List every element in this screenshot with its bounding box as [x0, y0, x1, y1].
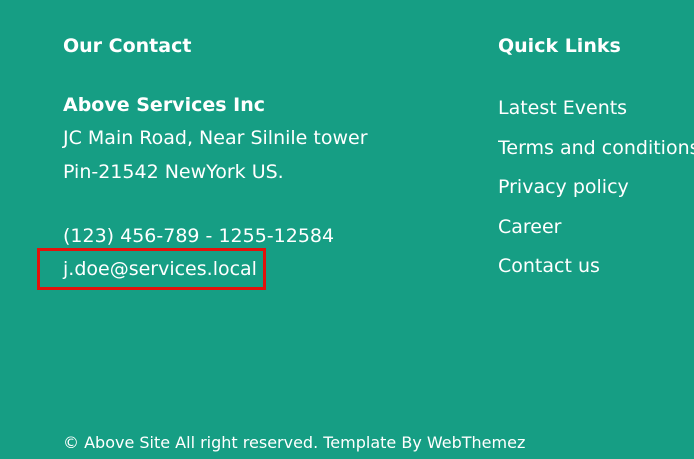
company-name: Above Services Inc [63, 94, 266, 116]
quick-links-heading: Quick Links [498, 35, 621, 57]
phone-number: (123) 456-789 - 1255-12584 [63, 225, 335, 247]
link-latest-events[interactable]: Latest Events [498, 96, 694, 120]
address-line-1: JC Main Road, Near Silnile tower [63, 127, 368, 149]
copyright-text: © Above Site All right reserved. Templat… [63, 433, 526, 452]
link-career[interactable]: Career [498, 215, 694, 239]
our-contact-heading: Our Contact [63, 35, 192, 57]
quick-links-list: Latest Events Terms and conditions Priva… [498, 96, 694, 294]
address-line-2: Pin-21542 NewYork US. [63, 161, 284, 183]
email-link[interactable]: j.doe@services.local [63, 257, 257, 281]
link-privacy-policy[interactable]: Privacy policy [498, 175, 694, 199]
link-terms-and-conditions[interactable]: Terms and conditions [498, 136, 694, 160]
link-contact-us[interactable]: Contact us [498, 254, 694, 278]
